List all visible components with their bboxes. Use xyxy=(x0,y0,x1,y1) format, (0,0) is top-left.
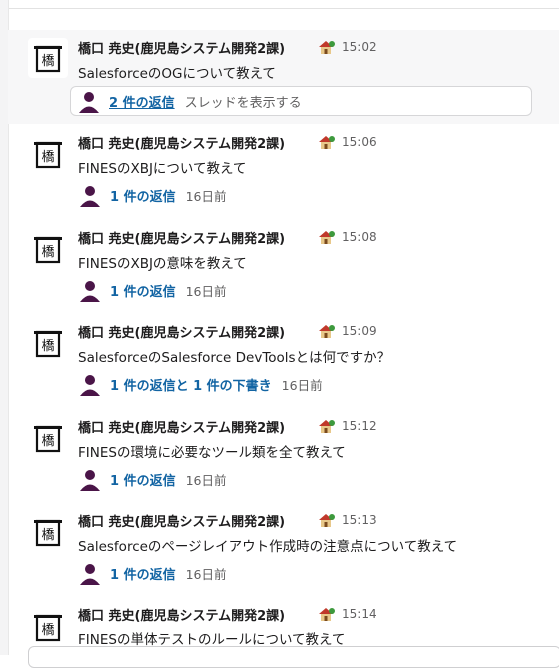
message[interactable]: 橋 橋口 尭史(鹿児島システム開発2課) 15:13 Salesforceのペー… xyxy=(8,502,559,597)
timestamp[interactable]: 15:12 xyxy=(342,419,377,433)
top-bar xyxy=(0,0,559,9)
message-text: SalesforceのOGについて教えて xyxy=(78,66,276,82)
message[interactable]: 橋 橋口 尭史(鹿児島システム開発2課) 15:08 FINESのXBJの意味を… xyxy=(8,219,559,314)
author-name[interactable]: 橋口 尭史(鹿児島システム開発2課) xyxy=(78,605,285,624)
timestamp[interactable]: 15:13 xyxy=(342,513,377,527)
reply-date: 16日前 xyxy=(185,188,227,204)
author-name[interactable]: 橋口 尭史(鹿児島システム開発2課) xyxy=(78,133,285,152)
thread-reply-bar[interactable]: 1 件の返信と 1 件の下書き 16日前 xyxy=(78,370,323,398)
view-thread-hint[interactable]: スレッドを表示する xyxy=(185,92,302,111)
author-name[interactable]: 橋口 尭史(鹿児島システム開発2課) xyxy=(78,511,285,530)
author-name[interactable]: 橋口 尭史(鹿児島システム開発2課) xyxy=(78,417,285,436)
timestamp[interactable]: 15:09 xyxy=(342,324,377,338)
reply-avatar xyxy=(78,467,102,491)
house-with-tree-icon xyxy=(317,133,335,151)
house-with-tree-icon xyxy=(317,417,335,435)
house-with-tree-icon xyxy=(317,322,335,340)
svg-text:橋: 橋 xyxy=(41,54,54,69)
timestamp[interactable]: 15:14 xyxy=(342,607,377,621)
reply-count-link[interactable]: 1 件の返信 xyxy=(110,186,176,205)
message[interactable]: 橋 橋口 尭史(鹿児島システム開発2課) 15:12 FINESの環境に必要なツ… xyxy=(8,408,559,503)
message-text: Salesforceのページレイアウト作成時の注意点について教えて xyxy=(78,539,458,555)
message-text: FINESの環境に必要なツール類を全て教えて xyxy=(78,445,346,461)
reply-avatar xyxy=(77,89,101,113)
thread-reply-bar[interactable]: 1 件の返信 16日前 xyxy=(78,559,226,587)
avatar[interactable]: 橋 xyxy=(28,512,68,552)
message-text: FINESのXBJの意味を教えて xyxy=(78,256,247,272)
svg-text:橋: 橋 xyxy=(41,150,54,165)
avatar[interactable]: 橋 xyxy=(28,607,68,647)
svg-text:橋: 橋 xyxy=(41,339,54,354)
thread-reply-bar[interactable]: 1 件の返信 16日前 xyxy=(78,181,226,209)
message-text: FINESの単体テストのルールについて教えて xyxy=(78,632,346,648)
reply-count-link[interactable]: 1 件の返信と 1 件の下書き xyxy=(110,375,272,394)
reply-avatar xyxy=(78,278,102,302)
timestamp[interactable]: 15:06 xyxy=(342,135,377,149)
avatar[interactable]: 橋 xyxy=(28,323,68,363)
message-composer[interactable] xyxy=(28,646,559,668)
author-name[interactable]: 橋口 尭史(鹿児島システム開発2課) xyxy=(78,38,285,57)
svg-text:橋: 橋 xyxy=(41,623,54,638)
reply-date: 16日前 xyxy=(281,377,323,393)
message[interactable]: 橋 橋口 尭史(鹿児島システム開発2課) 15:06 FINESのXBJについて… xyxy=(8,124,559,219)
avatar[interactable]: 橋 xyxy=(28,38,68,78)
avatar[interactable]: 橋 xyxy=(28,418,68,458)
thread-reply-bar[interactable]: 1 件の返信 16日前 xyxy=(78,465,226,493)
reply-date: 16日前 xyxy=(185,472,227,488)
reply-count-link[interactable]: 1 件の返信 xyxy=(110,564,176,583)
reply-count-link[interactable]: 1 件の返信 xyxy=(110,281,176,300)
house-with-tree-icon xyxy=(317,511,335,529)
author-name[interactable]: 橋口 尭史(鹿児島システム開発2課) xyxy=(78,322,285,341)
message[interactable]: 橋 橋口 尭史(鹿児島システム開発2課) 15:02 SalesforceのOG… xyxy=(8,30,559,124)
author-name[interactable]: 橋口 尭史(鹿児島システム開発2課) xyxy=(78,228,285,247)
thread-reply-bar[interactable]: 2 件の返信 スレッドを表示する xyxy=(70,86,532,116)
reply-date: 16日前 xyxy=(185,566,227,582)
reply-count-link[interactable]: 2 件の返信 xyxy=(109,92,175,111)
thread-reply-bar[interactable]: 1 件の返信 16日前 xyxy=(78,276,226,304)
reply-avatar xyxy=(78,183,102,207)
timestamp[interactable]: 15:08 xyxy=(342,230,377,244)
svg-text:橋: 橋 xyxy=(41,528,54,543)
reply-avatar xyxy=(78,372,102,396)
reply-date: 16日前 xyxy=(185,283,227,299)
svg-text:橋: 橋 xyxy=(41,434,54,449)
timestamp[interactable]: 15:02 xyxy=(342,40,377,54)
avatar[interactable]: 橋 xyxy=(28,134,68,174)
house-with-tree-icon xyxy=(317,228,335,246)
reply-count-link[interactable]: 1 件の返信 xyxy=(110,470,176,489)
message[interactable]: 橋 橋口 尭史(鹿児島システム開発2課) 15:09 SalesforceのSa… xyxy=(8,313,559,408)
avatar[interactable]: 橋 xyxy=(28,229,68,269)
house-with-tree-icon xyxy=(317,38,335,56)
message-text: FINESのXBJについて教えて xyxy=(78,161,247,177)
reply-avatar xyxy=(78,561,102,585)
svg-text:橋: 橋 xyxy=(41,245,54,260)
house-with-tree-icon xyxy=(317,605,335,623)
message-text: SalesforceのSalesforce DevToolsとは何ですか？ xyxy=(78,350,391,366)
